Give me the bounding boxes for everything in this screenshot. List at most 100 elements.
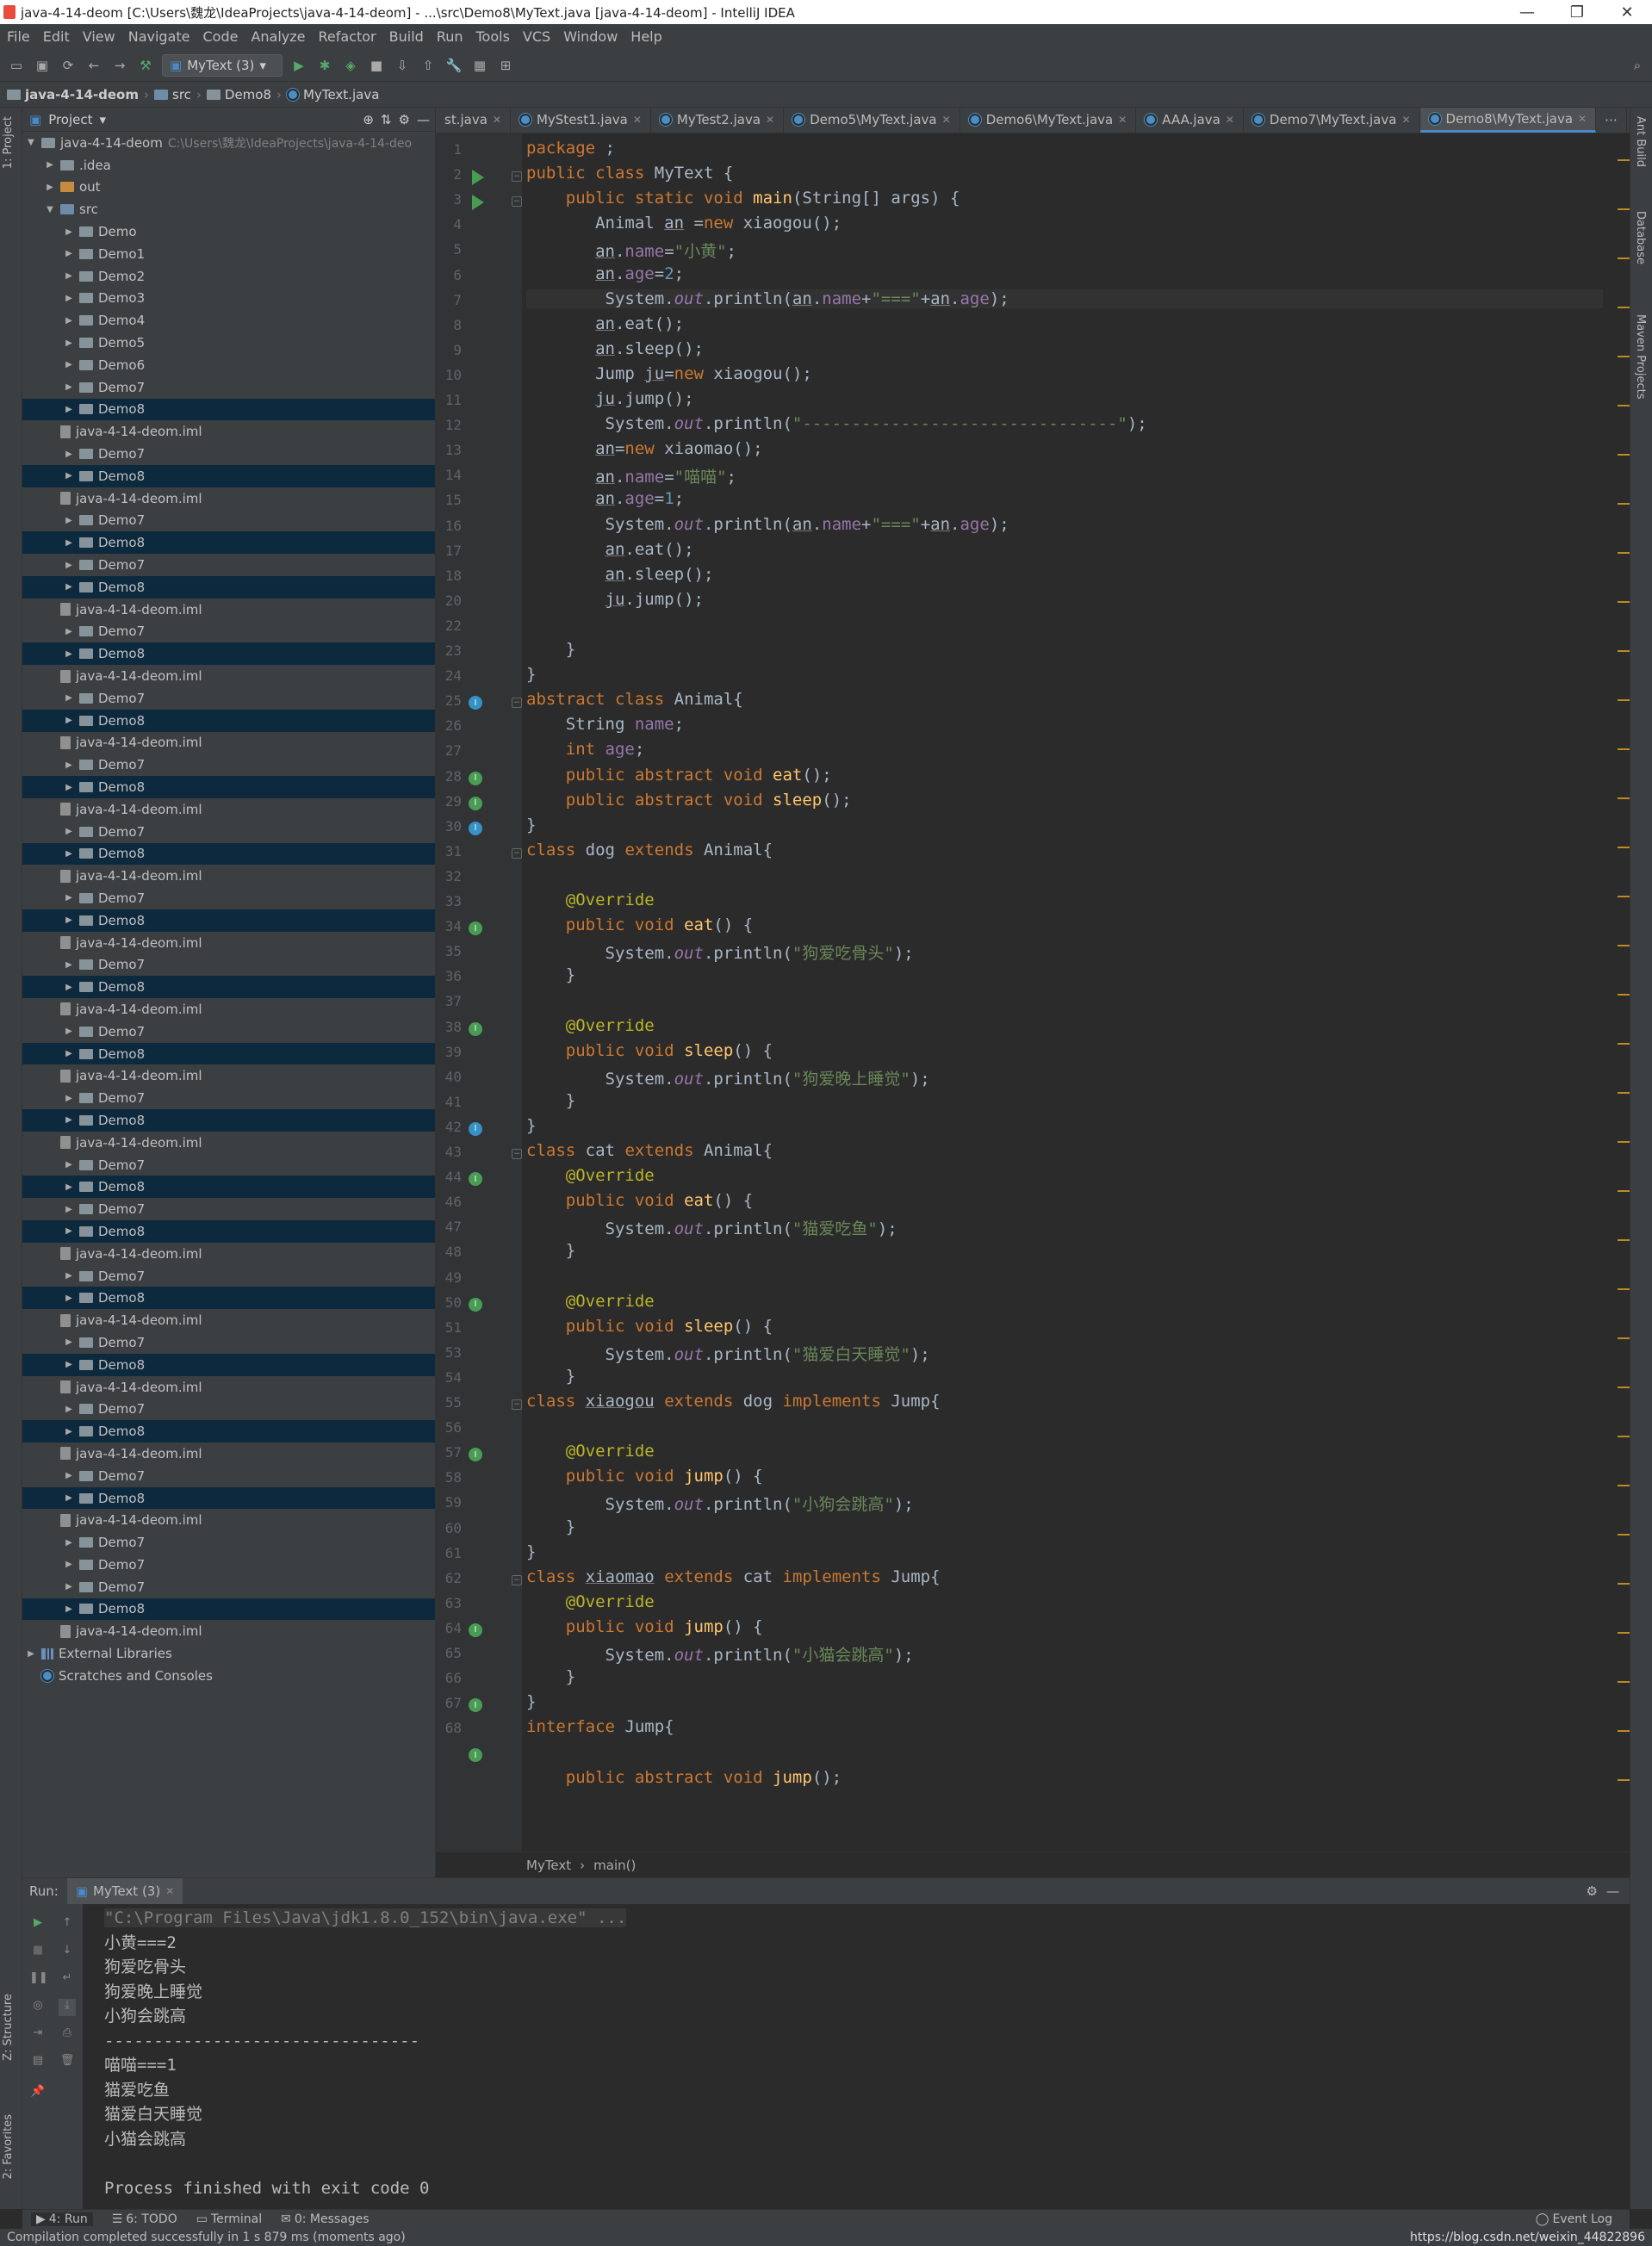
expand-arrow-icon[interactable]: ▶: [64, 516, 74, 525]
warning-mark[interactable]: [1618, 601, 1630, 603]
tree-row[interactable]: ▶ Demo7: [22, 1087, 435, 1109]
warning-mark[interactable]: [1618, 797, 1630, 799]
expand-arrow-icon[interactable]: ▶: [64, 1405, 74, 1414]
forward-icon[interactable]: →: [110, 56, 129, 75]
editor-tab[interactable]: Demo5\MyText.java ✕: [784, 108, 960, 133]
implementing-marker-icon[interactable]: I: [469, 1698, 482, 1713]
warning-mark[interactable]: [1618, 1141, 1630, 1143]
expand-arrow-icon[interactable]: ▶: [64, 1582, 74, 1591]
expand-arrow-icon[interactable]: ▶: [64, 1538, 74, 1548]
warning-mark[interactable]: [1618, 699, 1630, 701]
warning-mark[interactable]: [1618, 1583, 1630, 1585]
menu-navigate[interactable]: Navigate: [128, 28, 190, 45]
fold-icon[interactable]: −: [512, 1149, 522, 1159]
menu-window[interactable]: Window: [563, 28, 618, 45]
ant-build-tool-button[interactable]: Ant Build: [1634, 116, 1647, 167]
minimize-button[interactable]: —: [1502, 3, 1552, 22]
pause-icon[interactable]: ❚❚: [29, 1971, 48, 1989]
project-structure-icon[interactable]: ▦: [470, 56, 489, 75]
warning-mark[interactable]: [1618, 405, 1630, 406]
warning-mark[interactable]: [1618, 1337, 1630, 1339]
hide-icon[interactable]: —: [417, 112, 430, 127]
warning-mark[interactable]: [1618, 1632, 1630, 1634]
menu-analyze[interactable]: Analyze: [251, 28, 305, 45]
tree-row[interactable]: ▶ Demo8: [22, 909, 435, 932]
gear-icon[interactable]: ⚙: [1587, 1883, 1598, 1899]
expand-arrow-icon[interactable]: ▼: [26, 138, 36, 147]
tree-row[interactable]: ▶ Demo8: [22, 642, 435, 666]
expand-arrow-icon[interactable]: ▶: [64, 1360, 74, 1369]
tree-row[interactable]: ▶ Demo8: [22, 464, 435, 487]
warning-mark[interactable]: [1618, 356, 1630, 357]
build-hammer-icon[interactable]: ⚒: [136, 56, 155, 75]
run-configuration-select[interactable]: ▣ MyText (3) ▾: [162, 53, 283, 77]
tree-row[interactable]: ▶ Demo8: [22, 976, 435, 999]
project-root-row[interactable]: ▼ java-4-14-deom C:\Users\魏龙\IdeaProject…: [22, 132, 435, 154]
tree-row[interactable]: ▶ Demo8: [22, 1042, 435, 1065]
tree-row[interactable]: ▶ Demo7: [22, 1154, 435, 1176]
tree-row[interactable]: ▶ Demo7: [22, 887, 435, 909]
close-icon[interactable]: ✕: [1226, 114, 1234, 126]
expand-arrow-icon[interactable]: ▶: [64, 316, 74, 326]
tree-row[interactable]: ▶ Demo7: [22, 687, 435, 710]
tree-row[interactable]: java-4-14-deom.iml: [22, 487, 435, 510]
close-icon[interactable]: ✕: [1118, 114, 1127, 126]
implemented-marker-icon[interactable]: I: [469, 1121, 482, 1136]
tree-row[interactable]: ▶ Demo7: [22, 1265, 435, 1287]
fold-icon[interactable]: −: [512, 847, 522, 859]
tree-row[interactable]: ▶ Demo7: [22, 1021, 435, 1043]
menu-refactor[interactable]: Refactor: [319, 28, 376, 45]
dump-threads-icon[interactable]: ◎: [29, 1999, 47, 2016]
expand-arrow-icon[interactable]: ▶: [64, 382, 74, 392]
run-class-icon[interactable]: [472, 170, 484, 186]
tree-row[interactable]: ▶ Demo3: [22, 288, 435, 310]
tree-row[interactable]: java-4-14-deom.iml: [22, 1376, 435, 1399]
close-icon[interactable]: ✕: [766, 114, 774, 126]
expand-arrow-icon[interactable]: ▶: [64, 1271, 74, 1281]
menu-build[interactable]: Build: [389, 28, 424, 45]
nav-crumb[interactable]: MyText.java: [287, 87, 379, 102]
rerun-icon[interactable]: ▶: [29, 1916, 47, 1933]
tree-row[interactable]: ▶ Demo8: [22, 1109, 435, 1132]
warning-mark[interactable]: [1618, 1779, 1630, 1781]
editor-tab[interactable]: Demo8\MyText.java ✕: [1419, 108, 1597, 133]
tree-row[interactable]: ▶ Demo7: [22, 621, 435, 643]
expand-arrow-icon[interactable]: ▶: [64, 1160, 74, 1170]
tree-row[interactable]: ▶ Demo7: [22, 754, 435, 776]
breadcrumb-class[interactable]: MyText: [526, 1858, 571, 1873]
tree-row[interactable]: ▶ Demo8: [22, 1353, 435, 1376]
warning-mark[interactable]: [1618, 1534, 1630, 1536]
tree-row[interactable]: ▶ Demo7: [22, 1198, 435, 1220]
expand-arrow-icon[interactable]: ▶: [64, 1049, 74, 1058]
expand-arrow-icon[interactable]: ▶: [64, 1226, 74, 1236]
sdk-icon[interactable]: ⊞: [496, 56, 515, 75]
settings-wrench-icon[interactable]: 🔧: [444, 56, 463, 75]
fold-icon[interactable]: −: [512, 698, 522, 709]
expand-arrow-icon[interactable]: ▶: [64, 760, 74, 770]
tree-row[interactable]: java-4-14-deom.iml: [22, 1309, 435, 1331]
close-icon[interactable]: ✕: [633, 114, 642, 126]
expand-arrow-icon[interactable]: ▶: [64, 561, 74, 570]
tree-row[interactable]: java-4-14-deom.iml: [22, 798, 435, 821]
warning-mark[interactable]: [1618, 1436, 1630, 1437]
tree-row[interactable]: ▶ Demo7: [22, 953, 435, 976]
tree-row[interactable]: ▶ External Libraries: [22, 1642, 435, 1665]
tree-row[interactable]: java-4-14-deom.iml: [22, 1443, 435, 1465]
nav-crumb[interactable]: java-4-14-deom: [7, 87, 139, 102]
tree-row[interactable]: ▶ Demo7: [22, 443, 435, 465]
bottom-tab[interactable]: ☰ 6: TODO: [112, 2212, 177, 2226]
expand-arrow-icon[interactable]: ▶: [64, 716, 74, 725]
expand-arrow-icon[interactable]: ▶: [64, 360, 74, 369]
warning-mark[interactable]: [1618, 945, 1630, 946]
expand-arrow-icon[interactable]: ▼: [45, 205, 55, 214]
warning-mark[interactable]: [1618, 1190, 1630, 1192]
warning-mark[interactable]: [1618, 503, 1630, 505]
soft-wrap-icon[interactable]: ↵: [59, 1971, 76, 1989]
gear-icon[interactable]: ⚙: [399, 112, 410, 127]
layout-icon[interactable]: ▤: [29, 2054, 47, 2071]
search-icon[interactable]: ⌕: [1628, 56, 1647, 75]
editor-tab[interactable]: Demo6\MyText.java ✕: [960, 108, 1137, 133]
fold-icon[interactable]: −: [512, 1574, 522, 1585]
locate-icon[interactable]: ⊕: [363, 112, 374, 127]
implemented-marker-icon[interactable]: I: [469, 696, 482, 710]
